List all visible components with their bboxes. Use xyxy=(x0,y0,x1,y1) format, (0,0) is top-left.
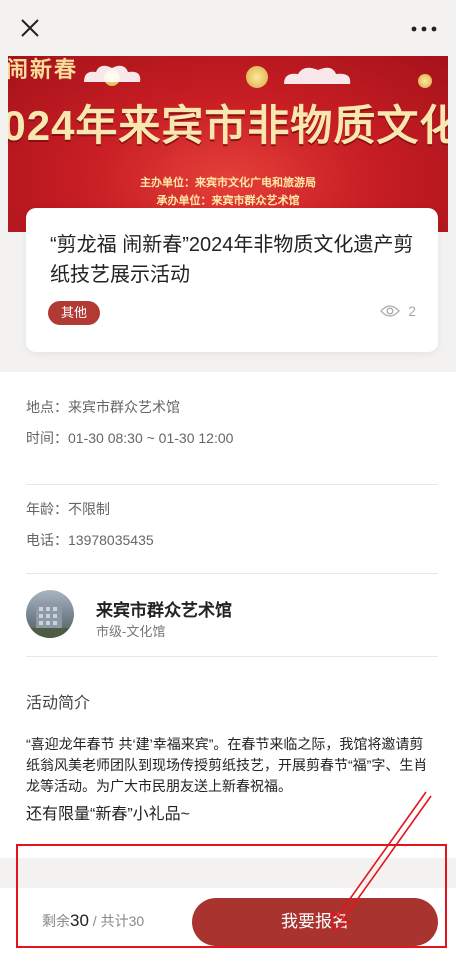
age-value: 不限制 xyxy=(68,501,110,517)
category-tag: 其他 xyxy=(48,301,100,325)
event-title-card: “剪龙福 闹新春”2024年非物质文化遗产剪纸技艺展示活动 其他 2 xyxy=(26,208,438,352)
divider xyxy=(26,484,438,485)
cloud-decoration xyxy=(84,65,141,82)
top-bar xyxy=(0,0,456,56)
banner-organizer: 主办单位：来宾市文化广电和旅游局 xyxy=(140,177,316,189)
banner-co-organizer: 承办单位：来宾市群众艺术馆 xyxy=(156,195,300,207)
event-title: “剪龙福 闹新春”2024年非物质文化遗产剪纸技艺展示活动 xyxy=(50,234,414,286)
intro-text: “喜迎龙年春节 共‘建’幸福来宾”。在春节来临之际，我馆将邀请剪纸翁风美老师团队… xyxy=(26,736,428,794)
banner-decoration xyxy=(418,74,432,88)
age-row: 年龄：不限制 xyxy=(26,499,110,519)
organizer-name[interactable]: 来宾市群众艺术馆 xyxy=(96,596,232,621)
event-banner: 闹新春 2024年来宾市非物质文化遗产剪纸技艺展示活 主办单位：来宾市文化广电和… xyxy=(8,56,448,232)
view-count-value: 2 xyxy=(408,303,416,319)
phone-label: 电话： xyxy=(26,532,68,548)
age-label: 年龄： xyxy=(26,501,68,517)
intro-heading: 活动简介 xyxy=(26,695,91,712)
phone-row[interactable]: 电话：13978035435 xyxy=(26,530,154,550)
signup-button[interactable]: 我要报名 xyxy=(192,898,438,946)
time-value: 01-30 08:30 ~ 01-30 12:00 xyxy=(68,430,234,446)
location-value: 来宾市群众艺术馆 xyxy=(68,399,180,415)
organizer-avatar[interactable] xyxy=(26,590,74,638)
close-icon[interactable] xyxy=(16,14,44,42)
organizer-type: 市级-文化馆 xyxy=(96,624,166,639)
divider xyxy=(26,656,438,657)
quota-info: 剩余30 / 共计30 xyxy=(42,911,144,931)
more-icon[interactable] xyxy=(410,18,438,40)
eye-icon xyxy=(380,305,401,317)
divider xyxy=(26,573,438,574)
cloud-decoration xyxy=(284,67,351,84)
location-row: 地点：来宾市群众艺术馆 xyxy=(26,397,180,417)
banner-decoration xyxy=(246,66,268,88)
total-label: / 共计 xyxy=(88,913,129,929)
banner-headline: 2024年来宾市非物质文化遗产剪纸技艺展示活 xyxy=(8,102,448,149)
total-count: 30 xyxy=(128,913,145,929)
view-count: 2 xyxy=(380,303,416,319)
remain-count: 30 xyxy=(70,911,89,930)
time-label: 时间： xyxy=(26,430,68,446)
intro-gift-text: 还有限量“新春”小礼品~ xyxy=(26,806,191,823)
phone-value[interactable]: 13978035435 xyxy=(68,532,154,548)
location-label: 地点： xyxy=(26,399,68,415)
banner-top-text: 闹新春 xyxy=(8,57,79,82)
time-row: 时间：01-30 08:30 ~ 01-30 12:00 xyxy=(26,428,233,448)
remain-label: 剩余 xyxy=(42,913,70,929)
